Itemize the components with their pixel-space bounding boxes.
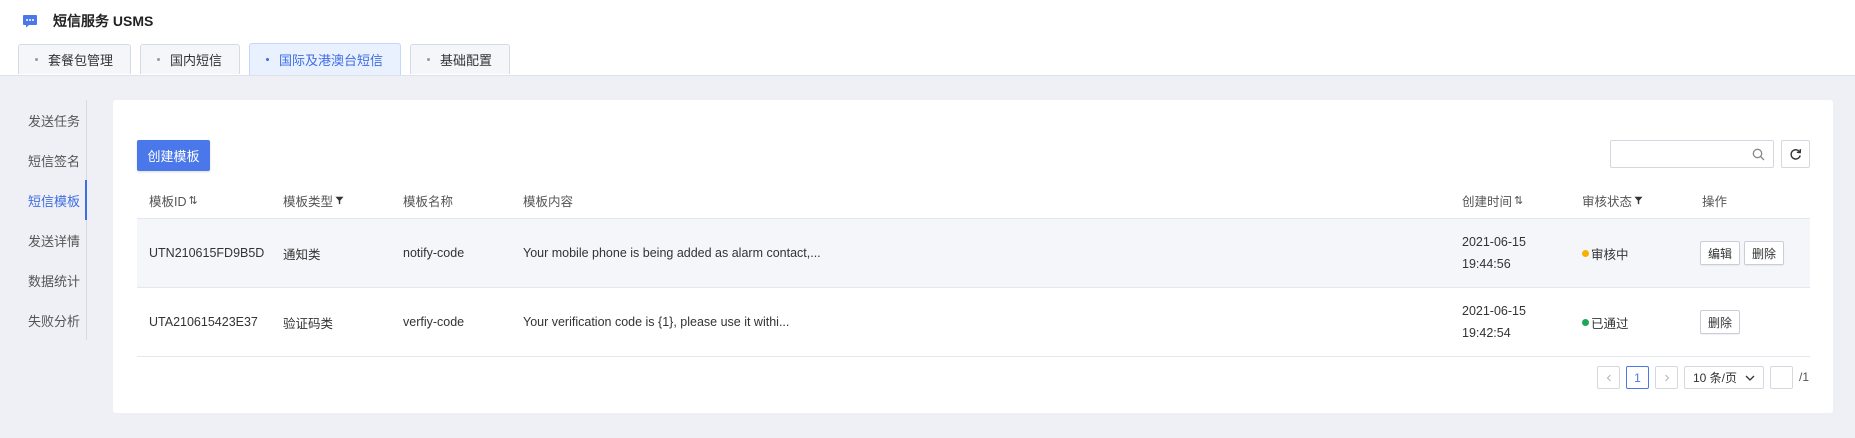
tab-basic-config[interactable]: 基础配置 — [410, 44, 511, 74]
message-icon — [23, 15, 37, 28]
cell-template-name: verfiy-code — [403, 315, 465, 329]
cell-created-time: 2021-06-15 19:44:56 — [1462, 219, 1526, 287]
header-label: 模板ID — [149, 195, 187, 209]
top-bar: 短信服务 USMS 套餐包管理 国内短信 国际及港澳台短信 基础配置 — [0, 0, 1855, 76]
page-jump-input[interactable] — [1770, 366, 1793, 389]
table-header: 模板ID ⇅ 模板类型 模板名称 模板内容 创建时间 ⇅ 审核状态 操作 — [137, 182, 1810, 219]
filter-icon[interactable] — [1634, 196, 1643, 205]
sort-icon[interactable]: ⇅ — [189, 194, 198, 207]
header-label: 审核状态 — [1582, 195, 1633, 209]
delete-button[interactable]: 删除 — [1700, 310, 1741, 334]
table-row[interactable]: UTA210615423E37 验证码类 verfiy-code Your ve… — [137, 288, 1810, 357]
sidebar-item-label: 失败分析 — [28, 313, 81, 329]
chevron-down-icon — [1745, 375, 1755, 381]
chevron-right-icon — [1664, 374, 1669, 381]
sidebar-item-label: 短信签名 — [28, 153, 81, 169]
app-title: 短信服务 USMS — [22, 11, 153, 31]
tab-label: 套餐包管理 — [48, 53, 114, 68]
header-label: 模板名称 — [403, 195, 454, 209]
header-label: 模板内容 — [523, 195, 574, 209]
header-template-content: 模板内容 — [523, 182, 573, 219]
search-input[interactable] — [1611, 141, 1741, 167]
total-pages: /1 — [1799, 370, 1810, 384]
edit-button[interactable]: 编辑 — [1700, 241, 1741, 265]
sidebar: 发送任务 短信签名 短信模板 发送详情 数据统计 失败分析 — [0, 100, 87, 340]
tab-dot — [266, 58, 270, 61]
chevron-left-icon — [1606, 374, 1611, 381]
status-badge: 已通过 — [1591, 316, 1629, 331]
delete-button[interactable]: 删除 — [1744, 241, 1785, 265]
header-created-time[interactable]: 创建时间 ⇅ — [1462, 182, 1523, 219]
status-badge: 审核中 — [1591, 247, 1629, 262]
template-card: 创建模板 模板ID ⇅ 模板类型 模板名称 模板内容 创建时间 ⇅ 审核状态 操… — [113, 100, 1833, 413]
cell-template-name: notify-code — [403, 246, 465, 260]
header-label: 创建时间 — [1462, 195, 1513, 209]
sidebar-item-statistics[interactable]: 数据统计 — [0, 260, 87, 300]
sidebar-item-label: 发送详情 — [28, 233, 81, 249]
sidebar-item-send-details[interactable]: 发送详情 — [0, 220, 87, 260]
cell-template-id: UTN210615FD9B5D — [149, 246, 265, 260]
status-dot — [1582, 318, 1589, 326]
created-date: 2021-06-15 — [1462, 304, 1526, 318]
cell-template-id: UTA210615423E37 — [149, 315, 258, 329]
header-template-name: 模板名称 — [403, 182, 453, 219]
app-title-text: 短信服务 USMS — [53, 13, 154, 29]
tab-label: 基础配置 — [440, 53, 493, 68]
cell-review-status: 审核中 — [1582, 219, 1629, 287]
sidebar-item-send-tasks[interactable]: 发送任务 — [0, 100, 87, 140]
tab-domestic-sms[interactable]: 国内短信 — [140, 44, 241, 74]
header-review-status[interactable]: 审核状态 — [1582, 182, 1643, 219]
sort-icon[interactable]: ⇅ — [1514, 194, 1523, 207]
tab-label: 国际及港澳台短信 — [279, 53, 384, 68]
tab-dot — [157, 58, 161, 61]
tab-label: 国内短信 — [170, 53, 223, 68]
cell-template-content: Your mobile phone is being added as alar… — [523, 246, 821, 260]
tab-dot — [35, 58, 38, 61]
header-label: 操作 — [1702, 195, 1728, 209]
search-box — [1610, 140, 1774, 168]
main-tabs: 套餐包管理 国内短信 国际及港澳台短信 基础配置 — [18, 43, 519, 75]
create-template-button[interactable]: 创建模板 — [137, 140, 210, 171]
sidebar-item-sms-signature[interactable]: 短信签名 — [0, 140, 87, 180]
prev-page-button[interactable] — [1597, 366, 1620, 389]
refresh-icon — [1790, 148, 1802, 160]
header-operations: 操作 — [1702, 182, 1727, 219]
header-template-id[interactable]: 模板ID ⇅ — [149, 182, 198, 219]
tab-international-sms[interactable]: 国际及港澳台短信 — [249, 43, 402, 75]
created-clock: 19:44:56 — [1462, 257, 1511, 271]
header-template-type[interactable]: 模板类型 — [283, 182, 344, 219]
filter-icon[interactable] — [335, 196, 344, 205]
cell-template-content: Your verification code is {1}, please us… — [523, 315, 790, 329]
sidebar-item-label: 发送任务 — [28, 113, 81, 129]
page-size-select[interactable]: 10 条/页 — [1684, 366, 1764, 389]
cell-template-type: 验证码类 — [283, 316, 334, 331]
page-number-button[interactable]: 1 — [1626, 366, 1649, 389]
search-icon[interactable] — [1752, 148, 1765, 161]
refresh-button[interactable] — [1781, 140, 1810, 168]
header-label: 模板类型 — [283, 195, 334, 209]
sidebar-item-label: 短信模板 — [28, 193, 81, 209]
page-size-value: 10 条/页 — [1693, 371, 1738, 385]
status-dot — [1582, 249, 1589, 257]
tab-dot — [427, 58, 431, 61]
cell-operations: 编辑 删除 — [1700, 219, 1788, 287]
cell-template-type: 通知类 — [283, 247, 321, 262]
sidebar-item-sms-template[interactable]: 短信模板 — [0, 180, 87, 220]
created-date: 2021-06-15 — [1462, 235, 1526, 249]
sidebar-item-failure-analysis[interactable]: 失败分析 — [0, 300, 87, 340]
next-page-button[interactable] — [1655, 366, 1678, 389]
created-clock: 19:42:54 — [1462, 326, 1511, 340]
tab-package-management[interactable]: 套餐包管理 — [18, 44, 132, 74]
cell-review-status: 已通过 — [1582, 288, 1629, 356]
cell-operations: 删除 — [1700, 288, 1744, 356]
cell-created-time: 2021-06-15 19:42:54 — [1462, 288, 1526, 356]
sidebar-item-label: 数据统计 — [28, 273, 81, 289]
table-row[interactable]: UTN210615FD9B5D 通知类 notify-code Your mob… — [137, 219, 1810, 288]
